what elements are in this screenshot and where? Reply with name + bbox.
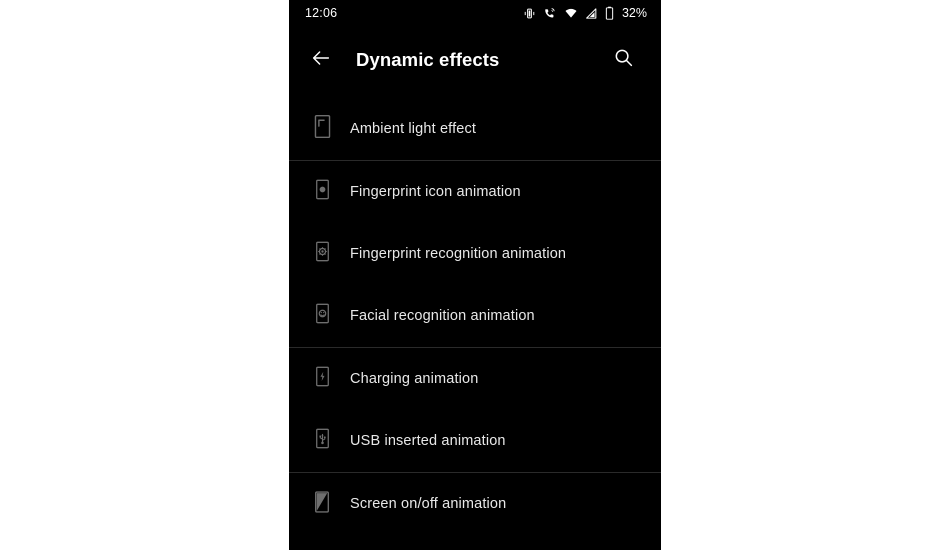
list-item-fingerprint-recognition-animation[interactable]: Fingerprint recognition animation [289,223,661,285]
row-icon-slot [294,490,350,519]
settings-group: Fingerprint icon animation Fingerprint r… [289,160,661,347]
back-arrow-icon [310,47,332,74]
battery-percent-label: 32% [621,6,647,20]
list-item-facial-recognition-animation[interactable]: Facial recognition animation [289,285,661,347]
row-text-slot: Fingerprint recognition animation [350,246,661,262]
list-item-label: Ambient light effect [350,121,477,137]
search-button[interactable] [601,38,645,82]
row-text-slot: Facial recognition animation [350,308,661,324]
row-text-slot: Fingerprint icon animation [350,184,661,200]
settings-list: Ambient light effect Fingerprint icon an… [289,94,661,535]
screenshot-canvas: 12:06 32% Dynamic effects Ambient light … [0,0,950,550]
list-item-label: Fingerprint icon animation [350,184,521,200]
app-bar: Dynamic effects [289,26,661,94]
phone-usb-icon [314,427,331,455]
row-icon-slot [294,427,350,455]
phone-screen-onoff-icon [313,490,331,519]
vibrate-icon [523,7,536,20]
list-item-label: Screen on/off animation [350,496,507,512]
settings-group: Screen on/off animation [289,472,661,535]
row-text-slot: Screen on/off animation [350,496,661,512]
list-item-label: Fingerprint recognition animation [350,246,567,262]
phone-fingerprint-ring-icon [314,240,331,268]
settings-group: Charging animation USB inserted animatio… [289,347,661,472]
list-item-fingerprint-icon-animation[interactable]: Fingerprint icon animation [289,161,661,223]
row-icon-slot [294,240,350,268]
settings-group: Ambient light effect [289,98,661,160]
phone-ambient-light-icon [313,114,332,144]
row-text-slot: Charging animation [350,371,661,387]
cellular-signal-icon [585,7,598,20]
status-icon-tray: 32% [523,6,647,20]
wifi-icon [564,7,578,20]
search-icon [613,47,634,73]
row-icon-slot [294,178,350,206]
list-item-label: Charging animation [350,371,479,387]
list-item-usb-inserted-animation[interactable]: USB inserted animation [289,410,661,472]
list-item-label: USB inserted animation [350,433,506,449]
list-item-label: Facial recognition animation [350,308,535,324]
status-clock: 12:06 [305,6,338,20]
battery-icon [605,6,614,20]
row-icon-slot [294,302,350,330]
phone-charging-bolt-icon [314,365,331,393]
list-item-screen-on-off-animation[interactable]: Screen on/off animation [289,473,661,535]
row-icon-slot [294,114,350,144]
phone-screen: 12:06 32% Dynamic effects Ambient light … [289,0,661,550]
row-text-slot: USB inserted animation [350,433,661,449]
call-forwarding-icon [543,7,557,20]
list-item-charging-animation[interactable]: Charging animation [289,348,661,410]
list-item-ambient-light-effect[interactable]: Ambient light effect [289,98,661,160]
row-icon-slot [294,365,350,393]
row-text-slot: Ambient light effect [350,121,661,137]
status-bar: 12:06 32% [289,0,661,26]
phone-fingerprint-dot-icon [314,178,331,206]
phone-face-icon [314,302,331,330]
back-button[interactable] [295,34,347,86]
page-title: Dynamic effects [356,49,500,70]
